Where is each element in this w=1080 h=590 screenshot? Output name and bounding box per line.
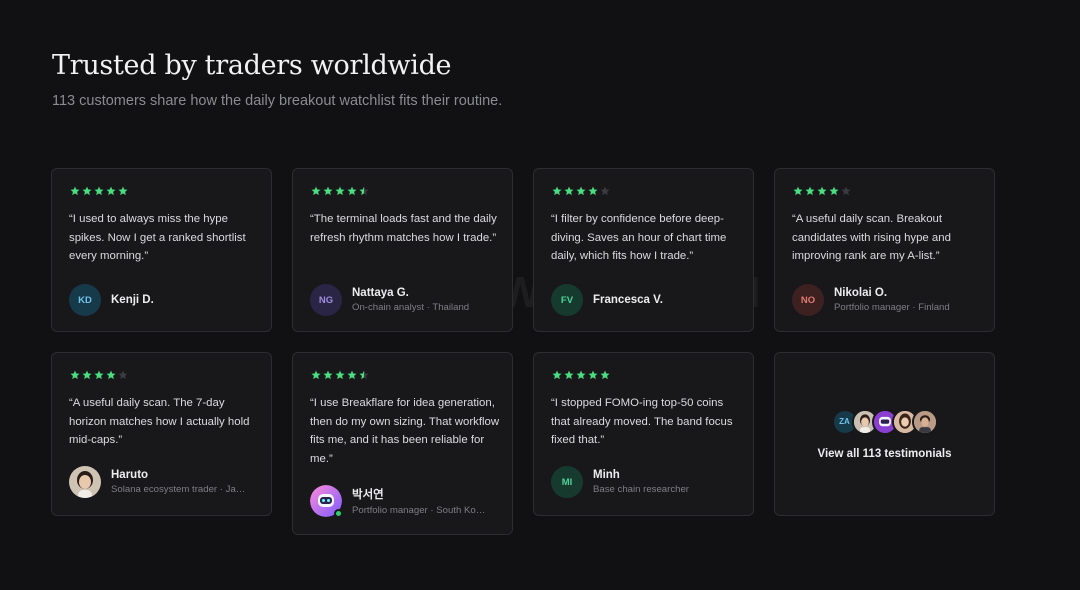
avatar-mini — [911, 408, 938, 435]
star-icon — [335, 186, 345, 196]
star-icon — [600, 186, 610, 196]
star-icon — [70, 186, 80, 196]
author-name: Kenji D. — [111, 294, 154, 306]
star-icon — [94, 186, 104, 196]
star-icon — [588, 186, 598, 196]
avatar-robot — [310, 485, 343, 518]
testimonial-card: “I filter by confidence before deep-divi… — [533, 168, 754, 332]
star-icon — [311, 370, 321, 380]
testimonial-card: “A useful daily scan. The 7-day horizon … — [51, 352, 272, 516]
testimonial-card: “I used to always miss the hype spikes. … — [51, 168, 272, 332]
avatar: NO — [792, 284, 824, 316]
testimonial-quote: “I stopped FOMO-ing top-50 coins that al… — [551, 397, 733, 446]
online-status-indicator — [334, 509, 343, 518]
author-name: Minh — [593, 469, 620, 481]
avatar: KD — [69, 284, 101, 316]
star-rating — [793, 186, 851, 196]
star-rating — [552, 186, 610, 196]
testimonial-quote: “A useful daily scan. Breakout candidate… — [792, 213, 951, 262]
author-role: Solana ecosystem trader · Ja… — [111, 484, 246, 495]
star-icon — [564, 186, 574, 196]
star-icon — [347, 370, 357, 380]
star-icon — [564, 370, 574, 380]
star-rating — [552, 370, 610, 380]
avatar: MI — [551, 466, 583, 498]
star-icon — [82, 370, 92, 380]
testimonial-author: 박서연 Portfolio manager · South Ko… — [310, 485, 500, 518]
testimonial-author: MI Minh Base chain researcher — [551, 466, 741, 498]
testimonial-quote: “The terminal loads fast and the daily r… — [310, 213, 497, 244]
author-role: Base chain researcher — [593, 484, 689, 495]
author-name: Nattaya G. — [352, 287, 409, 299]
star-icon — [829, 186, 839, 196]
star-icon — [94, 370, 104, 380]
testimonial-quote: “I use Breakflare for idea generation, t… — [310, 397, 500, 465]
view-all-testimonials-card[interactable]: ZA View all 113 testimonials — [774, 352, 995, 516]
star-icon — [335, 370, 345, 380]
star-icon — [576, 186, 586, 196]
star-icon — [359, 370, 369, 380]
testimonial-card: “I use Breakflare for idea generation, t… — [292, 352, 513, 535]
testimonial-author: KD Kenji D. — [69, 284, 259, 316]
author-name: Nikolai O. — [834, 287, 888, 299]
section-title: Trusted by traders worldwide — [52, 50, 452, 81]
star-icon — [805, 186, 815, 196]
star-icon — [106, 186, 116, 196]
star-icon — [359, 186, 369, 196]
testimonial-author: NG Nattaya G. On-chain analyst · Thailan… — [310, 284, 500, 316]
testimonial-author: FV Francesca V. — [551, 284, 741, 316]
star-icon — [793, 186, 803, 196]
star-icon — [817, 186, 827, 196]
author-role: Portfolio manager · Finland — [834, 302, 950, 313]
avatar-stack: ZA — [831, 408, 938, 435]
star-icon — [588, 370, 598, 380]
star-icon — [552, 370, 562, 380]
testimonial-card: “The terminal loads fast and the daily r… — [292, 168, 513, 332]
star-icon — [576, 370, 586, 380]
star-icon — [323, 370, 333, 380]
star-icon — [311, 186, 321, 196]
section-subtitle: 113 customers share how the daily breako… — [52, 93, 503, 109]
avatar-photo — [69, 466, 101, 498]
star-icon — [118, 186, 128, 196]
star-rating — [311, 370, 369, 380]
star-icon — [70, 370, 80, 380]
avatar: NG — [310, 284, 342, 316]
star-icon — [118, 370, 128, 380]
testimonial-quote: “A useful daily scan. The 7-day horizon … — [69, 397, 250, 446]
author-role: Portfolio manager · South Ko… — [352, 505, 486, 516]
star-icon — [347, 186, 357, 196]
testimonial-author: Haruto Solana ecosystem trader · Ja… — [69, 466, 259, 498]
avatar: FV — [551, 284, 583, 316]
testimonial-card: “I stopped FOMO-ing top-50 coins that al… — [533, 352, 754, 516]
star-icon — [841, 186, 851, 196]
testimonial-quote: “I used to always miss the hype spikes. … — [69, 213, 246, 262]
star-icon — [552, 186, 562, 196]
author-name: Haruto — [111, 469, 149, 481]
star-rating — [311, 186, 369, 196]
testimonial-author: NO Nikolai O. Portfolio manager · Finlan… — [792, 284, 982, 316]
star-icon — [106, 370, 116, 380]
star-icon — [82, 186, 92, 196]
testimonial-quote: “I filter by confidence before deep-divi… — [551, 213, 727, 262]
author-name: 박서연 — [352, 489, 384, 501]
author-role: On-chain analyst · Thailand — [352, 302, 470, 313]
testimonial-card: “A useful daily scan. Breakout candidate… — [774, 168, 995, 332]
star-icon — [323, 186, 333, 196]
star-rating — [70, 370, 128, 380]
author-name: Francesca V. — [593, 294, 663, 306]
section-header: Trusted by traders worldwide 113 custome… — [52, 50, 502, 109]
view-all-label[interactable]: View all 113 testimonials — [817, 448, 951, 460]
star-icon — [600, 370, 610, 380]
star-rating — [70, 186, 128, 196]
